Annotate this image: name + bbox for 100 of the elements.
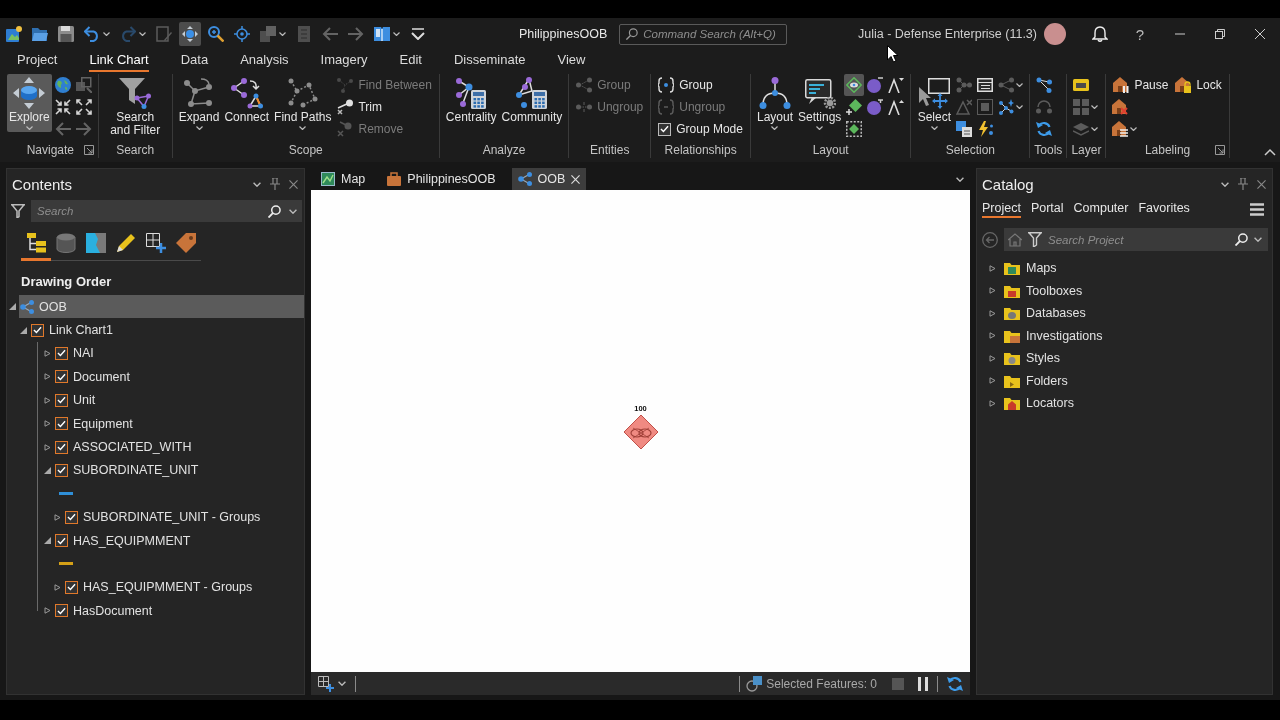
ribbon-button[interactable]: Lock (1172, 74, 1225, 96)
tree-item[interactable]: NAI (54, 341, 304, 365)
ribbon-tab[interactable]: Imagery (320, 50, 368, 72)
tree-item[interactable]: OOB (19, 295, 304, 319)
caret-down-icon[interactable] (1221, 181, 1229, 187)
ribbon-button[interactable]: Trim (334, 96, 385, 118)
catalog-item[interactable]: Folders (1004, 370, 1272, 392)
help-button[interactable]: ? (1120, 19, 1160, 49)
ribbon-button[interactable]: Select (915, 74, 954, 132)
dialog-launcher-icon[interactable] (83, 145, 94, 155)
ribbon-tab[interactable]: Link Chart (89, 50, 149, 72)
close-icon[interactable] (289, 179, 298, 189)
catalog-tab[interactable]: Computer (1073, 200, 1129, 218)
catalog-tab[interactable]: Favorites (1138, 200, 1190, 218)
back-circle-icon[interactable] (982, 231, 998, 248)
caret-down-icon[interactable] (20, 326, 27, 334)
tree-item[interactable]: Document (54, 365, 304, 389)
ribbon-button[interactable] (865, 96, 886, 118)
tree-item[interactable]: SUBORDINATE_UNIT - Groups (64, 505, 304, 529)
caret-right-icon[interactable] (989, 354, 996, 362)
filter-icon[interactable] (1028, 232, 1042, 247)
catalog-tab[interactable]: Project (982, 200, 1021, 218)
caret-down-icon[interactable] (289, 208, 297, 214)
catalog-item[interactable]: Toolboxes (1004, 280, 1272, 302)
checkbox[interactable] (55, 440, 68, 454)
command-search-input[interactable]: Command Search (Alt+Q) (643, 26, 781, 42)
ribbon-button[interactable]: Pause (1110, 74, 1172, 96)
pin-icon[interactable] (1238, 178, 1248, 190)
ribbon-tab[interactable]: View (557, 50, 586, 72)
pin-icon[interactable] (270, 178, 280, 190)
ribbon-tab[interactable]: Edit (399, 50, 422, 72)
caret-right-icon[interactable] (989, 264, 996, 272)
document-tab[interactable]: PhilippinesOOB (381, 168, 502, 190)
document-tab[interactable]: Map (315, 168, 372, 190)
checkbox[interactable] (65, 580, 78, 594)
home-icon[interactable] (1008, 232, 1022, 247)
tree-item[interactable]: HAS_EQUIPMMENT (54, 529, 304, 553)
ribbon-button[interactable] (73, 96, 94, 118)
ribbon-button[interactable]: Find Paths (272, 74, 334, 132)
caret-down-icon[interactable] (1254, 237, 1262, 242)
ribbon-tab[interactable]: Project (17, 50, 58, 72)
catalog-item[interactable]: Locators (1004, 392, 1272, 414)
ribbon-button[interactable] (844, 74, 865, 96)
ribbon-button[interactable]: Centrality (443, 74, 499, 132)
toolbar-button[interactable] (179, 22, 201, 46)
checkbox[interactable] (65, 510, 78, 524)
ribbon-tab[interactable]: Analysis (240, 50, 289, 72)
ribbon-button[interactable] (52, 74, 73, 96)
tree-item[interactable]: Link Chart1 (30, 318, 304, 342)
caret-down-icon[interactable] (44, 466, 51, 474)
tree-item[interactable]: Unit (54, 388, 304, 412)
tree-item[interactable]: ASSOCIATED_WITH (54, 435, 304, 459)
ribbon-button[interactable]: Connect (222, 74, 272, 132)
menu-icon[interactable] (1250, 202, 1264, 216)
checkbox[interactable] (55, 393, 68, 407)
checkbox[interactable] (658, 122, 672, 136)
caret-right-icon[interactable] (44, 396, 51, 404)
caret-down-icon[interactable] (253, 181, 261, 187)
caret-right-icon[interactable] (989, 377, 996, 385)
checkbox[interactable] (31, 323, 44, 337)
caret-right-icon[interactable] (44, 373, 51, 381)
ribbon-tab[interactable]: Data (180, 50, 209, 72)
checkbox[interactable] (55, 346, 68, 360)
search-icon[interactable] (268, 204, 281, 218)
contents-list-tab[interactable] (21, 231, 51, 261)
caret-down-icon[interactable] (9, 303, 16, 311)
close-icon[interactable] (1257, 179, 1266, 189)
add-button[interactable] (315, 673, 349, 694)
caret-right-icon[interactable] (989, 332, 996, 340)
ribbon-button[interactable] (844, 118, 865, 140)
checkbox-option[interactable]: Group Mode (655, 118, 746, 140)
checkbox[interactable] (55, 534, 68, 548)
ribbon-tab[interactable]: Disseminate (454, 50, 526, 72)
ribbon-button[interactable]: Expand (176, 74, 222, 132)
ribbon-button[interactable]: Explore (7, 74, 52, 132)
catalog-item[interactable]: Databases (1004, 302, 1272, 324)
catalog-item[interactable]: Styles (1004, 347, 1272, 369)
selection-icon[interactable] (746, 675, 763, 692)
catalog-tab[interactable]: Portal (1030, 200, 1064, 218)
search-input[interactable]: Search Project (1048, 231, 1229, 248)
search-icon[interactable] (1235, 233, 1248, 246)
caret-down-icon[interactable] (44, 537, 51, 545)
caret-right-icon[interactable] (44, 349, 51, 357)
caret-right-icon[interactable] (54, 513, 61, 521)
catalog-item[interactable]: Investigations (1004, 325, 1272, 347)
filter-icon[interactable] (11, 204, 25, 218)
caret-right-icon[interactable] (44, 443, 51, 451)
tree-item[interactable]: SUBORDINATE_UNIT (54, 458, 304, 482)
checkbox[interactable] (55, 417, 68, 431)
tree-item[interactable]: Equipment (54, 412, 304, 436)
tree-item[interactable]: HasDocument (54, 599, 304, 623)
ribbon-button[interactable]: Search and Filter (102, 74, 168, 139)
search-box[interactable]: Search (31, 200, 302, 222)
ribbon-button[interactable]: Settings (796, 74, 844, 132)
caret-right-icon[interactable] (989, 287, 996, 295)
caret-right-icon[interactable] (44, 420, 51, 428)
ribbon-button[interactable] (1110, 118, 1140, 140)
ribbon-button[interactable] (865, 74, 886, 96)
caret-right-icon[interactable] (54, 583, 61, 591)
caret-right-icon[interactable] (989, 399, 996, 407)
